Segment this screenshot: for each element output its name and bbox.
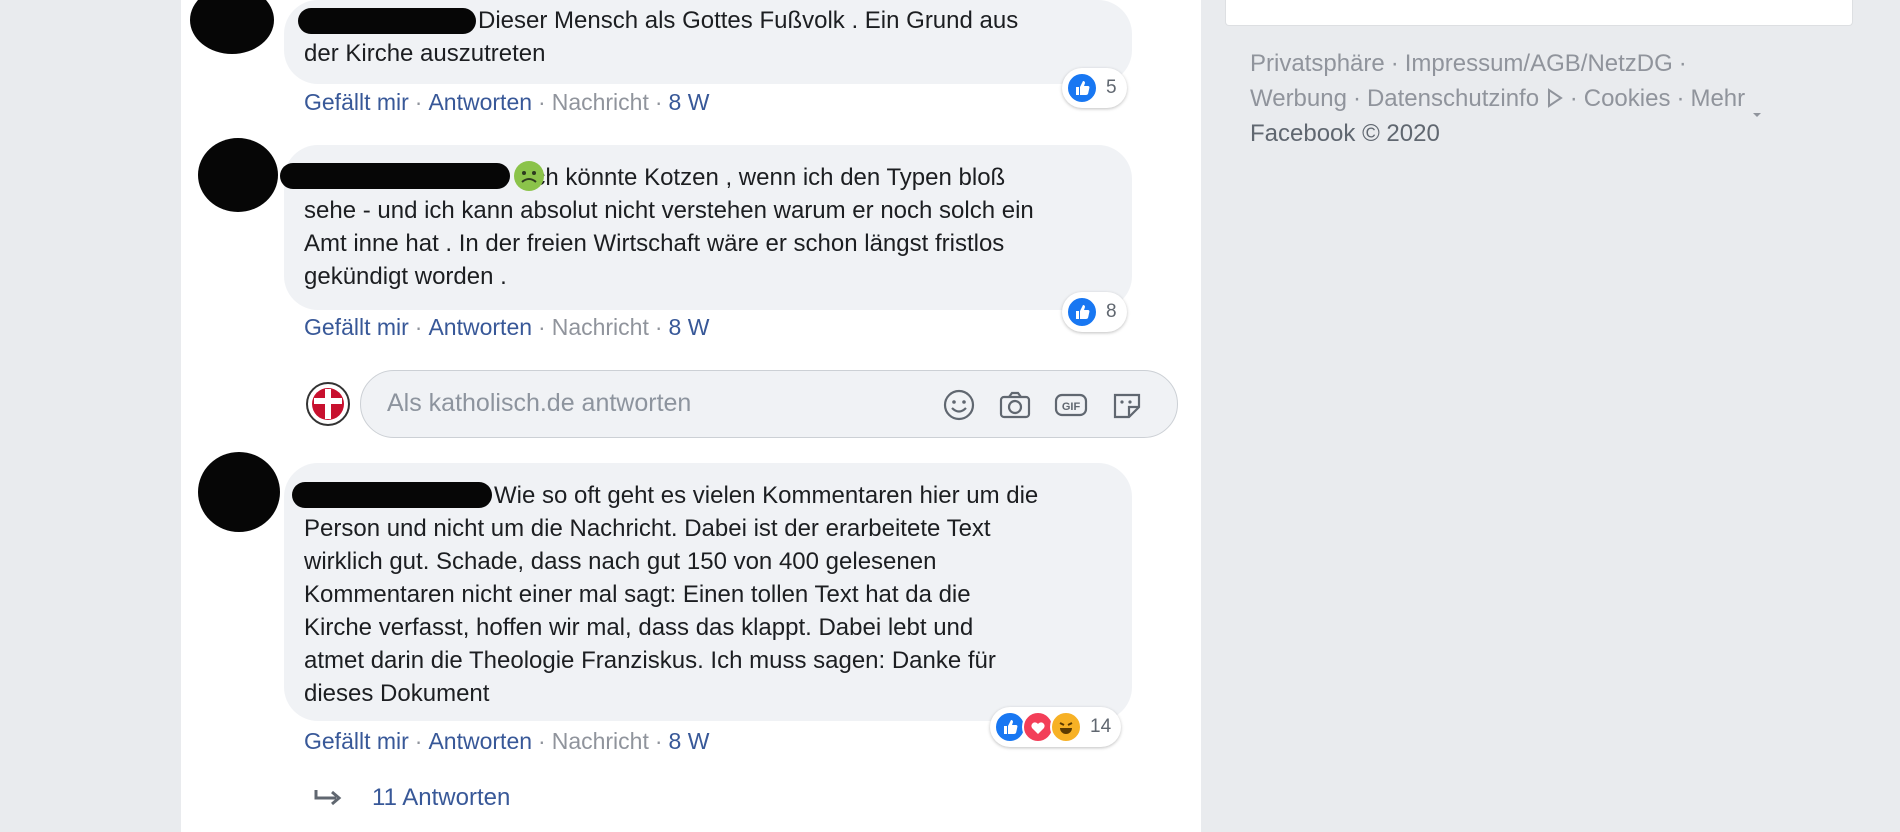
right-sidebar-card [1225, 0, 1853, 26]
caret-down-icon [1752, 95, 1762, 117]
comment-text-line: Kirche verfasst, hoffen wir mal, dass da… [304, 614, 974, 641]
comment-text-line: wirklich gut. Schade, dass nach gut 150 … [304, 548, 937, 575]
footer-link-datainfo[interactable]: Datenschutzinfo [1367, 85, 1539, 112]
haha-icon [1050, 711, 1082, 743]
comment-text-line: Person und nicht um die Nachricht. Dabei… [304, 515, 991, 542]
reaction-summary[interactable]: 8 [1062, 292, 1127, 332]
reaction-count: 5 [1106, 77, 1117, 98]
comment-age[interactable]: 8 W [669, 89, 710, 115]
sidebar-footer: Privatsphäre · Impressum/AGB/NetzDG · Werbu… [1250, 46, 1870, 151]
like-link[interactable]: Gefällt mir [304, 89, 409, 115]
more-replies-label: 11 Antworten [372, 784, 511, 811]
like-link[interactable]: Gefällt mir [304, 314, 409, 340]
like-link[interactable]: Gefällt mir [304, 728, 409, 754]
comment-text-line: gekündigt worden . [304, 263, 507, 290]
comment-text-line: atmet darin die Theologie Franziskus. Ic… [304, 647, 996, 674]
gif-icon[interactable]: GIF [1053, 387, 1089, 423]
comment-text-line: der Kirche auszutreten [304, 40, 546, 67]
sticker-icon[interactable] [1109, 387, 1145, 423]
reply-link[interactable]: Antworten [428, 89, 532, 115]
comment-actions: Gefällt mir · Antworten · Nachricht · 8 W [304, 728, 710, 754]
reply-link[interactable]: Antworten [428, 314, 532, 340]
reply-placeholder: Als katholisch.de antworten [387, 389, 692, 417]
redacted-author-name[interactable] [298, 8, 476, 34]
emoji-icon[interactable] [941, 387, 977, 423]
camera-icon[interactable] [997, 387, 1033, 423]
comment-actions: Gefällt mir · Antworten · Nachricht · 8 W [304, 89, 710, 115]
comment-age[interactable]: 8 W [669, 728, 710, 754]
svg-text:GIF: GIF [1062, 401, 1081, 413]
redacted-author-name[interactable] [280, 163, 510, 189]
like-icon [1066, 296, 1098, 328]
footer-link-cookies[interactable]: Cookies [1584, 85, 1671, 112]
copyright: Facebook © 2020 [1250, 120, 1440, 147]
comment-text-line: Amt inne hat . In der freien Wirtschaft … [304, 230, 1005, 257]
reply-input[interactable]: Als katholisch.de antworten GIF [360, 370, 1178, 438]
footer-link-privacy[interactable]: Privatsphäre [1250, 50, 1385, 77]
reaction-count: 8 [1106, 301, 1117, 322]
reply-link[interactable]: Antworten [428, 728, 532, 754]
message-link[interactable]: Nachricht [552, 314, 649, 340]
avatar[interactable] [198, 452, 280, 532]
redacted-author-name[interactable] [292, 482, 492, 508]
comment-text-line: sehe - und ich kann absolut nicht verste… [304, 197, 1034, 224]
reaction-summary[interactable]: 5 [1062, 68, 1127, 108]
sick-face-emoji [514, 161, 544, 191]
reaction-summary[interactable]: 14 [990, 707, 1122, 747]
like-icon [1066, 72, 1098, 104]
ad-choices-icon [1546, 83, 1564, 108]
footer-link-imprint[interactable]: Impressum/AGB/NetzDG [1405, 50, 1673, 77]
footer-link-more[interactable]: Mehr [1690, 85, 1745, 112]
avatar[interactable] [198, 138, 278, 212]
comment-text-line: dieses Dokument [304, 680, 490, 707]
message-link[interactable]: Nachricht [552, 728, 649, 754]
reply-arrow-icon [312, 786, 346, 810]
reaction-count: 14 [1090, 716, 1112, 737]
comment-age[interactable]: 8 W [669, 314, 710, 340]
footer-link-ads[interactable]: Werbung [1250, 85, 1347, 112]
comment-text-line: Kommentaren nicht einer mal sagt: Einen … [304, 581, 971, 608]
comment-actions: Gefällt mir · Antworten · Nachricht · 8 W [304, 314, 710, 340]
page-avatar-logo [306, 382, 350, 426]
message-link[interactable]: Nachricht [552, 89, 649, 115]
view-more-replies[interactable]: 11 Antworten [312, 784, 510, 812]
